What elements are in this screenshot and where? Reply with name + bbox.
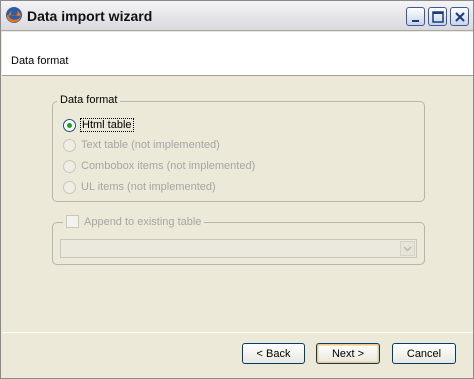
append-checkbox-row[interactable]: Append to existing table — [63, 215, 205, 228]
footer-divider — [2, 332, 473, 333]
title-bar[interactable]: Data import wizard — [1, 1, 473, 31]
radio-ul-items[interactable]: UL items (not implemented) — [63, 180, 216, 194]
append-checkbox-label: Append to existing table — [84, 215, 202, 228]
firefox-icon — [5, 6, 23, 24]
radio-button[interactable] — [63, 180, 76, 194]
next-button[interactable]: Next > — [316, 343, 380, 364]
radio-html-table[interactable]: Html table — [63, 118, 134, 132]
page-title: Data format — [11, 55, 69, 67]
chevron-down-icon — [403, 246, 412, 252]
select-dropdown-button[interactable] — [400, 241, 415, 256]
wizard-window: Data import wizard Data format Data form… — [0, 0, 474, 379]
radio-button[interactable] — [63, 159, 76, 173]
radio-label: Text table (not implemented) — [81, 139, 220, 151]
radio-label: UL items (not implemented) — [81, 181, 216, 193]
radio-label: Combobox items (not implemented) — [81, 160, 256, 172]
radio-button[interactable] — [63, 138, 76, 152]
radio-combobox-items[interactable]: Combobox items (not implemented) — [63, 159, 255, 173]
close-icon — [455, 12, 465, 22]
radio-text-table[interactable]: Text table (not implemented) — [63, 138, 220, 152]
append-checkbox[interactable] — [66, 215, 79, 228]
minimize-button[interactable] — [406, 7, 425, 26]
maximize-button[interactable] — [428, 7, 447, 26]
back-button[interactable]: < Back — [242, 343, 305, 364]
cancel-button[interactable]: Cancel — [392, 343, 456, 364]
close-button[interactable] — [450, 7, 469, 26]
data-format-legend: Data format — [57, 94, 121, 106]
minimize-icon — [412, 20, 419, 22]
window-title: Data import wizard — [27, 8, 153, 24]
wizard-header: Data format — [2, 32, 473, 76]
maximize-icon — [432, 11, 444, 23]
existing-table-select[interactable] — [60, 239, 417, 258]
radio-button[interactable] — [63, 118, 76, 132]
radio-label: Html table — [80, 118, 134, 132]
